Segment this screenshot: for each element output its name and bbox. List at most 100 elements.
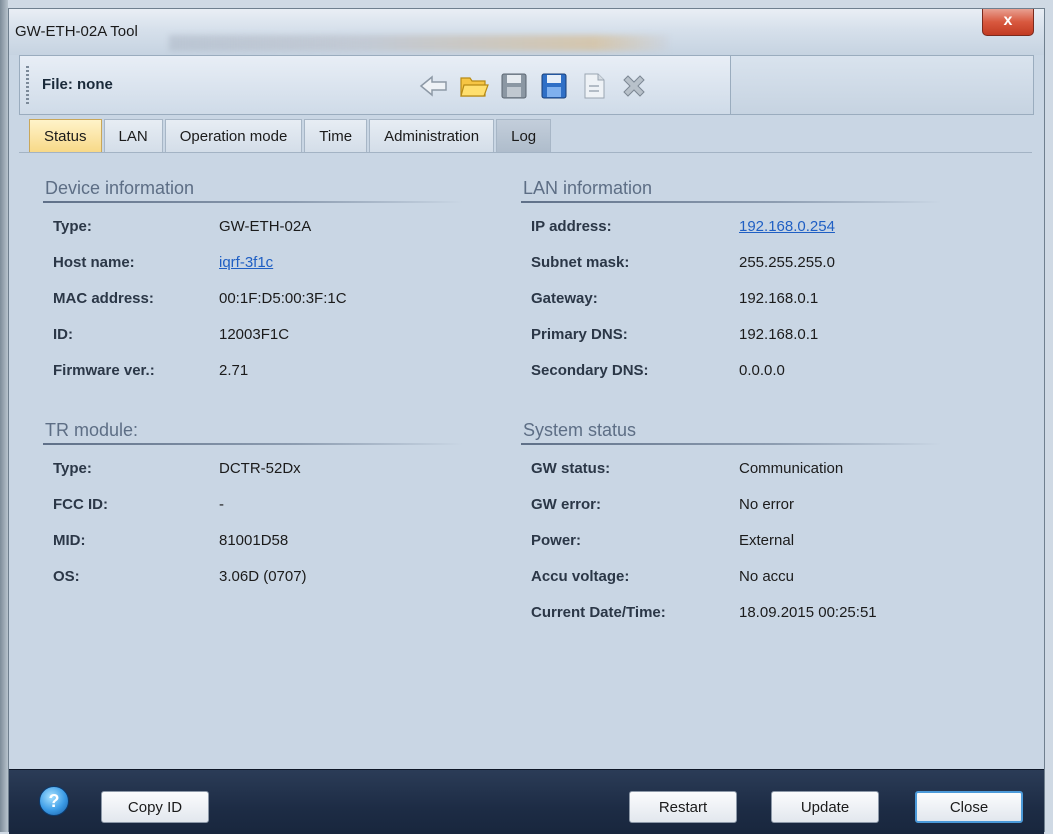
toolbar-icons bbox=[416, 66, 652, 106]
info-row: Gateway: 192.168.0.1 bbox=[521, 281, 991, 317]
date-time-value: 18.09.2015 00:25:51 bbox=[739, 604, 877, 621]
info-label: Firmware ver.: bbox=[53, 362, 155, 379]
help-icon[interactable]: ? bbox=[39, 786, 69, 816]
device-info-section: Device information Type: GW-ETH-02A Host … bbox=[43, 175, 503, 389]
tab-administration[interactable]: Administration bbox=[369, 119, 495, 153]
desktop-background bbox=[0, 0, 8, 832]
section-divider bbox=[521, 443, 941, 445]
section-title: LAN information bbox=[523, 178, 653, 198]
tr-type-value: DCTR-52Dx bbox=[219, 460, 301, 477]
info-label: FCC ID: bbox=[53, 496, 108, 513]
tab-bar: Status LAN Operation mode Time Administr… bbox=[29, 119, 552, 153]
info-label: MID: bbox=[53, 532, 86, 549]
accu-voltage-value: No accu bbox=[739, 568, 795, 585]
device-id-value: 12003F1C bbox=[219, 326, 290, 343]
info-label: Type: bbox=[53, 460, 92, 477]
info-row: Secondary DNS: 0.0.0.0 bbox=[521, 353, 991, 389]
ip-address-link[interactable]: 192.168.0.254 bbox=[739, 209, 835, 245]
info-row: ID: 12003F1C bbox=[43, 317, 503, 353]
info-label: Primary DNS: bbox=[531, 326, 628, 343]
info-label: GW error: bbox=[531, 496, 602, 513]
info-label: Host name: bbox=[53, 254, 135, 271]
info-row: Host name: iqrf-3f1c bbox=[43, 245, 503, 281]
file-toolbar: File: none bbox=[19, 55, 731, 115]
info-row: IP address: 192.168.0.254 bbox=[521, 209, 991, 245]
info-row: Type: GW-ETH-02A bbox=[43, 209, 503, 245]
info-row: Primary DNS: 192.168.0.1 bbox=[521, 317, 991, 353]
title-bar-reflection bbox=[169, 35, 669, 51]
section-title: TR module: bbox=[45, 420, 139, 440]
file-label: File: none bbox=[42, 76, 113, 93]
status-panel: Device information Type: GW-ETH-02A Host … bbox=[19, 153, 1032, 769]
info-row: OS: 3.06D (0707) bbox=[43, 559, 503, 595]
mid-value: 81001D58 bbox=[219, 532, 289, 549]
tab-log[interactable]: Log bbox=[496, 119, 552, 153]
open-folder-icon[interactable] bbox=[456, 68, 492, 104]
document-icon[interactable] bbox=[576, 68, 612, 104]
window-close-button[interactable]: x bbox=[982, 9, 1034, 36]
subnet-mask-value: 255.255.255.0 bbox=[739, 254, 835, 271]
info-row: Firmware ver.: 2.71 bbox=[43, 353, 503, 389]
info-label: IP address: bbox=[531, 218, 612, 235]
info-row: Subnet mask: 255.255.255.0 bbox=[521, 245, 991, 281]
section-title: System status bbox=[523, 420, 637, 440]
gw-error-value: No error bbox=[739, 496, 795, 513]
section-divider bbox=[43, 443, 463, 445]
tab-operation-mode[interactable]: Operation mode bbox=[164, 119, 303, 153]
fcc-id-value: - bbox=[219, 496, 224, 513]
info-label: Current Date/Time: bbox=[531, 604, 666, 621]
power-value: External bbox=[739, 532, 795, 549]
info-label: Accu voltage: bbox=[531, 568, 630, 585]
section-divider bbox=[43, 201, 463, 203]
section-divider bbox=[521, 201, 941, 203]
info-label: Type: bbox=[53, 218, 92, 235]
device-type-value: GW-ETH-02A bbox=[219, 218, 312, 235]
tr-module-section: TR module: Type: DCTR-52Dx FCC ID: - MID: 8… bbox=[43, 417, 503, 595]
save-icon[interactable] bbox=[496, 68, 532, 104]
info-row: Accu voltage: No accu bbox=[521, 559, 991, 595]
gateway-value: 192.168.0.1 bbox=[739, 290, 819, 307]
firmware-value: 2.71 bbox=[219, 362, 249, 379]
window-title: GW-ETH-02A Tool bbox=[15, 23, 138, 40]
tab-time[interactable]: Time bbox=[304, 119, 368, 153]
info-label: OS: bbox=[53, 568, 80, 585]
info-row: Current Date/Time: 18.09.2015 00:25:51 bbox=[521, 595, 991, 631]
section-title: Device information bbox=[45, 178, 195, 198]
save-as-icon[interactable] bbox=[536, 68, 572, 104]
title-bar[interactable]: GW-ETH-02A Tool x bbox=[9, 9, 1044, 55]
info-row: GW status: Communication bbox=[521, 451, 991, 487]
secondary-dns-value: 0.0.0.0 bbox=[739, 362, 785, 379]
info-label: ID: bbox=[53, 326, 73, 343]
info-row: GW error: No error bbox=[521, 487, 991, 523]
close-button[interactable]: Close bbox=[915, 791, 1023, 823]
info-row: FCC ID: - bbox=[43, 487, 503, 523]
delete-icon[interactable] bbox=[616, 68, 652, 104]
info-label: Subnet mask: bbox=[531, 254, 630, 271]
info-row: MID: 81001D58 bbox=[43, 523, 503, 559]
info-label: Power: bbox=[531, 532, 582, 549]
info-label: GW status: bbox=[531, 460, 611, 477]
info-label: Gateway: bbox=[531, 290, 598, 307]
info-row: Power: External bbox=[521, 523, 991, 559]
restart-button[interactable]: Restart bbox=[629, 791, 737, 823]
mac-address-value: 00:1F:D5:00:3F:1C bbox=[219, 290, 347, 307]
tab-lan[interactable]: LAN bbox=[103, 119, 163, 153]
gw-status-value: Communication bbox=[739, 460, 844, 477]
bottom-action-bar: ? Copy ID Restart Update Close bbox=[9, 769, 1044, 834]
toolbar-empty-area bbox=[731, 55, 1034, 115]
info-label: MAC address: bbox=[53, 290, 154, 307]
update-button[interactable]: Update bbox=[771, 791, 879, 823]
host-name-link[interactable]: iqrf-3f1c bbox=[219, 245, 273, 281]
os-value: 3.06D (0707) bbox=[219, 568, 307, 585]
system-status-section: System status GW status: Communication GW… bbox=[521, 417, 991, 631]
info-row: MAC address: 00:1F:D5:00:3F:1C bbox=[43, 281, 503, 317]
info-label: Secondary DNS: bbox=[531, 362, 649, 379]
app-window: GW-ETH-02A Tool x File: none Status LAN … bbox=[8, 8, 1045, 834]
tab-status[interactable]: Status bbox=[29, 119, 102, 153]
copy-id-button[interactable]: Copy ID bbox=[101, 791, 209, 823]
info-row: Type: DCTR-52Dx bbox=[43, 451, 503, 487]
lan-info-section: LAN information IP address: 192.168.0.254… bbox=[521, 175, 991, 389]
toolbar-grip[interactable] bbox=[26, 66, 29, 104]
primary-dns-value: 192.168.0.1 bbox=[739, 326, 819, 343]
back-arrow-icon[interactable] bbox=[416, 68, 452, 104]
